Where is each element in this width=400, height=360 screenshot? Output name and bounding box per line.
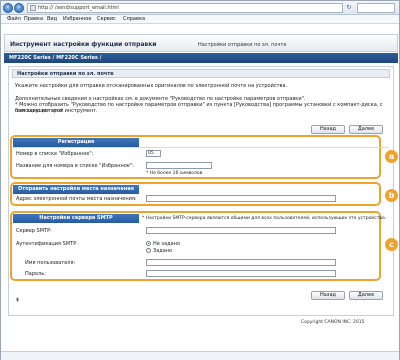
description-line-4: был запущен этот инструмент. xyxy=(15,108,98,114)
back-arrow-icon[interactable]: ‹ xyxy=(3,3,13,13)
auth-off-label: Не задано xyxy=(153,241,180,247)
menu-help[interactable]: Справка xyxy=(123,16,145,22)
next-button-top[interactable]: Далее xyxy=(349,125,383,134)
destination-email-input[interactable] xyxy=(146,195,336,202)
favorites-name-label: Название для номера в списке "Избранное"… xyxy=(16,163,134,169)
divider xyxy=(13,147,389,148)
badge-c: c xyxy=(385,238,398,251)
back-button-top[interactable]: Назад xyxy=(311,125,345,134)
menu-tools[interactable]: Сервис xyxy=(97,16,116,22)
favorites-name-note: * Не более 16 символов xyxy=(146,171,203,176)
section-title: Настройки отправки по эл. почте xyxy=(17,71,114,77)
app-subtitle: Настройки отправки по эл. почте xyxy=(198,42,287,48)
favorites-number-value: 05 xyxy=(148,151,154,156)
scroll-top-icon[interactable]: ⇞ xyxy=(15,297,20,304)
smtp-server-label: Сервер SMTP: xyxy=(16,228,52,234)
url-field[interactable]: http:// /send/support_email.html xyxy=(27,3,343,13)
address-bar-row: ‹ › http:// /send/support_email.html ↻ xyxy=(1,1,399,15)
forward-arrow-icon[interactable]: › xyxy=(14,3,24,13)
smtp-note: * Настройки SMTP-сервера являются общими… xyxy=(142,216,387,221)
page-header: Инструмент настройки функции отправки На… xyxy=(4,34,398,52)
menu-favorites[interactable]: Избранное xyxy=(63,16,91,22)
back-button-bottom[interactable]: Назад xyxy=(311,291,345,300)
username-label: Имя пользователя: xyxy=(25,260,76,266)
auth-on-label: Задано xyxy=(153,248,173,254)
product-name: MF220C Series / MF220C Series / xyxy=(9,55,102,61)
registration-heading: Регистрация xyxy=(13,138,139,147)
username-input[interactable] xyxy=(146,259,336,266)
copyright: Copyright CANON INC. 2015 xyxy=(301,320,365,325)
smtp-heading: Настройки сервера SMTP xyxy=(13,214,139,223)
description-line-1: Укажите настройки для отправки отсканиро… xyxy=(15,83,288,89)
destination-email-label: Адрес электронной почты места назначения… xyxy=(16,196,137,202)
auth-on-radio[interactable] xyxy=(146,248,151,253)
smtp-auth-label: Аутентификация SMTP: xyxy=(16,241,78,247)
password-input[interactable] xyxy=(146,270,336,277)
browser-tab[interactable] xyxy=(357,3,395,13)
favorites-number-select[interactable]: 05 xyxy=(146,150,161,157)
url-text: http:// /send/support_email.html xyxy=(38,5,119,11)
app-title: Инструмент настройки функции отправки xyxy=(10,41,157,48)
menu-file[interactable]: Файл xyxy=(7,16,21,22)
page-icon xyxy=(30,5,36,11)
smtp-server-input[interactable] xyxy=(146,227,336,234)
favorites-name-input[interactable] xyxy=(146,162,212,169)
next-button-bottom[interactable]: Далее xyxy=(349,291,383,300)
section-title-bar: Настройки отправки по эл. почте xyxy=(12,69,390,78)
refresh-icon[interactable]: ↻ xyxy=(345,4,353,12)
menu-view[interactable]: Вид xyxy=(47,16,57,22)
menu-edit[interactable]: Правка xyxy=(24,16,43,22)
browser-window: ‹ › http:// /send/support_email.html ↻ Ф… xyxy=(0,0,400,360)
badge-a: a xyxy=(385,150,398,163)
password-label: Пароль: xyxy=(25,271,46,277)
menu-bar: Файл Правка Вид Избранное Сервис Справка xyxy=(1,15,399,24)
destination-heading: Отправить настройки места назначения xyxy=(13,185,139,194)
status-bar xyxy=(1,351,399,360)
favorites-number-label: Номер в списке "Избранное": xyxy=(16,151,94,157)
brand-bar: MF220C Series / MF220C Series / xyxy=(4,53,398,63)
auth-off-radio[interactable] xyxy=(146,241,151,246)
badge-b: b xyxy=(385,189,398,202)
